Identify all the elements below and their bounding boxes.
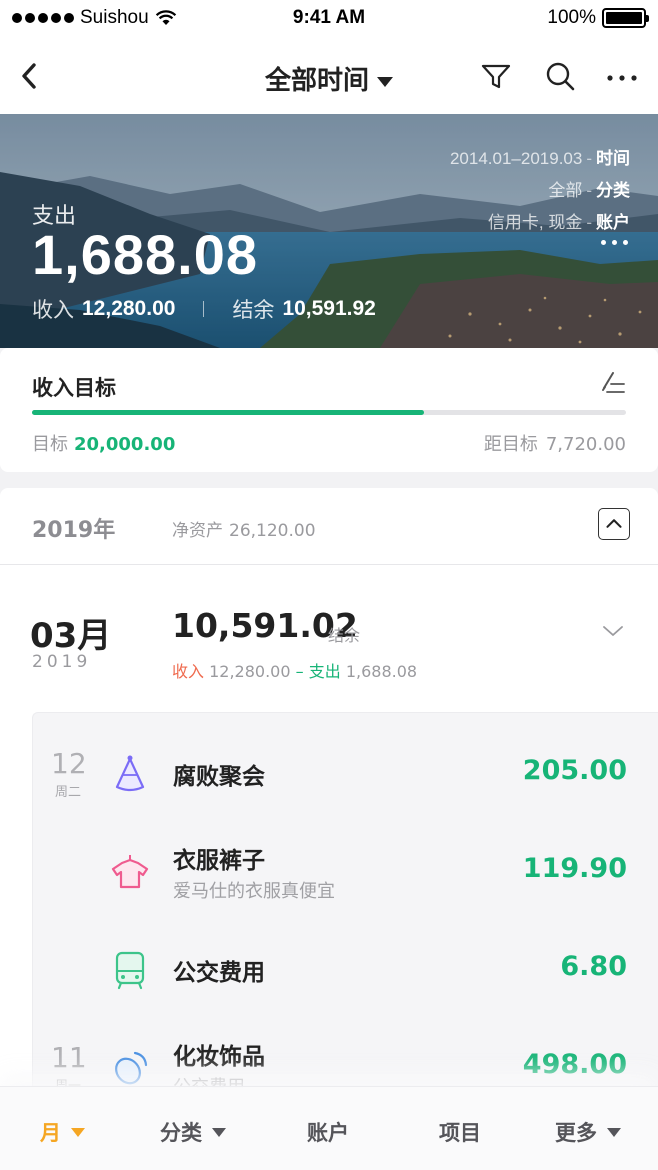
summary-hero: 支出 1,688.08 收入 12,280.00 结余 10,591.92 20… (0, 114, 658, 348)
battery-icon (602, 8, 649, 28)
caret-down-icon (71, 1127, 85, 1137)
balance-label: 结余 (232, 299, 275, 322)
month-expense-label: 支出 (308, 662, 341, 681)
tab-month[interactable]: 月 (40, 1117, 85, 1147)
transaction-amount: 498.00 (522, 1049, 627, 1080)
month-label: 03月 (30, 616, 112, 656)
goal-remain-label: 距目标 (483, 434, 538, 455)
transaction-row[interactable]: 衣服裤子 爱马仕的衣服真便宜 119.90 (33, 829, 658, 925)
transaction-weekday: 周二 (54, 785, 81, 800)
year-label: 2019年 (32, 518, 116, 543)
cosmetics-icon (115, 1051, 148, 1085)
transaction-note: 爱马仕的衣服真便宜 (173, 881, 335, 902)
battery-percent: 100% (547, 7, 596, 28)
transaction-day: 12 (51, 747, 87, 780)
edit-icon[interactable] (598, 368, 628, 398)
divider (203, 301, 205, 317)
goal-target-value: 20,000.00 (74, 434, 176, 455)
month-income-label: 收入 (172, 662, 205, 681)
month-balance-label: 结余 (328, 626, 361, 645)
month-expense-value: 1,688.08 (345, 662, 418, 681)
month-year: 2019 (32, 652, 92, 672)
battery-group: 100% (547, 7, 649, 29)
expense-amount: 1,688.08 (32, 223, 258, 286)
year-section: 2019年 净资产 26,120.00 03月 2019 10,591.02 结余… (0, 488, 658, 1088)
filter-account-value: 信用卡, 现金 (487, 213, 583, 232)
search-icon[interactable] (542, 58, 578, 94)
transaction-amount: 205.00 (522, 755, 627, 786)
month-summary-row[interactable]: 03月 2019 10,591.02 结余 收入 12,280.00 – 支出 … (0, 566, 658, 706)
status-bar: Suishou 9:41 AM 100% (0, 0, 658, 38)
goal-remaining: 距目标 7,720.00 (484, 430, 626, 456)
net-assets: 净资产 26,120.00 (172, 516, 316, 541)
filter-time-key: 时间 (596, 149, 630, 168)
chevron-down-icon[interactable] (602, 624, 624, 638)
transaction-list: 12 周二 腐败聚会 205.00 衣服裤子 爱马仕的衣服真便宜 119.90 (32, 712, 658, 1088)
transaction-row[interactable]: 11 周一 化妆饰品 公交费用 498.00 (33, 1025, 658, 1088)
filter-time-value: 2014.01–2019.03 (449, 149, 583, 168)
tab-project[interactable]: 项目 (439, 1117, 481, 1147)
goal-progress-fill (32, 410, 425, 415)
more-icon[interactable] (604, 58, 640, 94)
filter-account[interactable]: 信用卡, 现金 - 账户 (488, 208, 630, 233)
transaction-name: 腐败聚会 (173, 764, 265, 790)
income-amount: 12,280.00 (82, 297, 176, 320)
caret-down-icon (377, 76, 393, 87)
net-assets-value: 26,120.00 (229, 521, 316, 541)
filter-account-key: 账户 (596, 213, 630, 232)
caret-down-icon (212, 1127, 226, 1137)
goal-remain-value: 7,720.00 (545, 434, 626, 455)
tab-account[interactable]: 账户 (307, 1117, 349, 1147)
transaction-day: 11 (51, 1041, 87, 1074)
balance-amount: 10,591.92 (282, 297, 376, 320)
net-assets-label: 净资产 (172, 521, 223, 541)
transaction-row[interactable]: 12 周二 腐败聚会 205.00 (33, 731, 658, 827)
goal-title: 收入目标 (32, 376, 116, 400)
goal-progress-bar (32, 410, 626, 415)
collapse-button[interactable] (598, 508, 630, 540)
filter-category[interactable]: 全部 - 分类 (548, 176, 630, 201)
tab-more[interactable]: 更多 (555, 1117, 621, 1147)
filter-category-value: 全部 (548, 181, 583, 200)
bottom-tab-bar: 月 分类 账户 项目 更多 (0, 1086, 658, 1170)
transaction-amount: 6.80 (560, 951, 627, 982)
bus-icon (115, 951, 145, 990)
income-balance-summary: 收入 12,280.00 结余 10,591.92 (32, 294, 376, 324)
transaction-name: 公交费用 (173, 960, 265, 986)
goal-target-label: 目标 (32, 434, 68, 455)
caret-down-icon (607, 1127, 621, 1137)
income-label: 收入 (32, 299, 74, 322)
transaction-amount: 119.90 (522, 853, 627, 884)
transaction-row[interactable]: 公交费用 6.80 (33, 927, 658, 1023)
tab-more-label: 更多 (555, 1121, 597, 1145)
income-goal-card[interactable]: 收入目标 目标 20,000.00 距目标 7,720.00 (0, 348, 658, 472)
filter-category-key: 分类 (596, 181, 630, 200)
tab-account-label: 账户 (307, 1121, 349, 1145)
transaction-name: 衣服裤子 (173, 848, 265, 874)
transaction-name: 化妆饰品 (173, 1044, 265, 1070)
tab-project-label: 项目 (439, 1121, 481, 1145)
party-hat-icon (115, 755, 145, 792)
navigation-bar: 全部时间 (0, 38, 658, 114)
nav-title: 全部时间 (264, 66, 369, 96)
tab-month-label: 月 (40, 1121, 61, 1145)
filter-time[interactable]: 2014.01–2019.03- 时间 (450, 144, 630, 169)
clothes-icon (111, 855, 149, 889)
month-income-expense: 收入 12,280.00 – 支出 1,688.08 (172, 658, 417, 682)
year-header[interactable]: 2019年 净资产 26,120.00 (0, 488, 658, 565)
filter-icon[interactable] (478, 58, 514, 94)
tab-category-label: 分类 (160, 1121, 202, 1145)
month-dash: – (295, 662, 304, 681)
month-income-value: 12,280.00 (209, 662, 291, 681)
tab-category[interactable]: 分类 (160, 1117, 226, 1147)
hero-more-icon[interactable] (601, 240, 628, 245)
goal-target: 目标 20,000.00 (32, 430, 175, 456)
